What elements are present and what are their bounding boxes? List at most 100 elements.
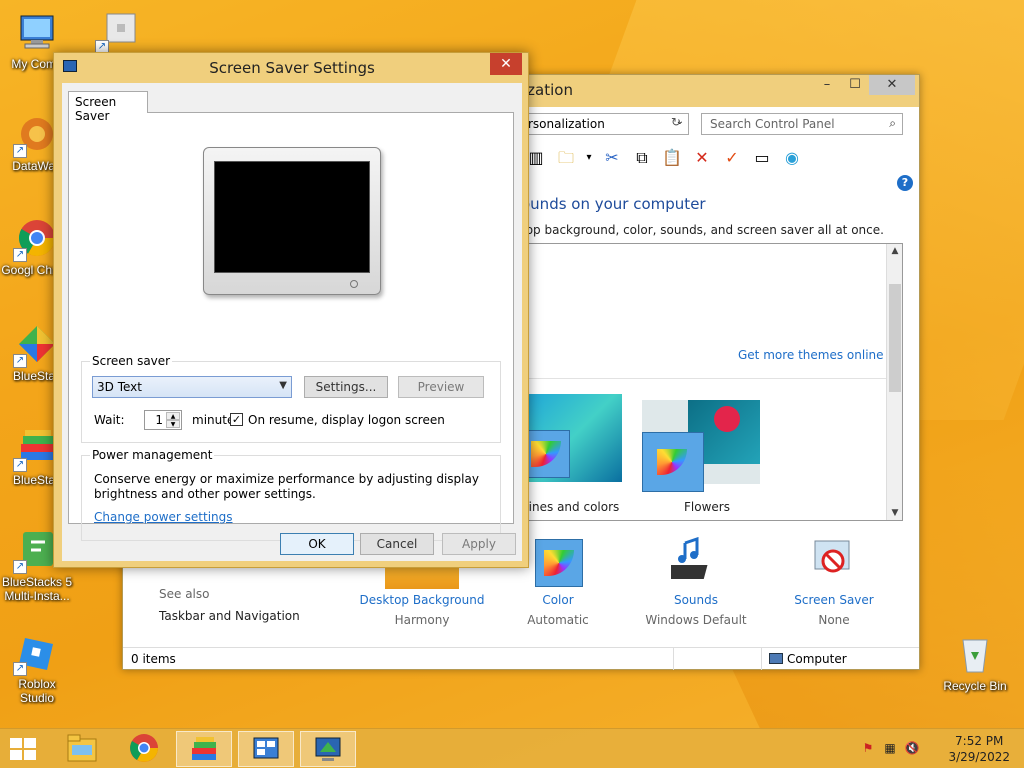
- help-icon[interactable]: ?: [897, 175, 913, 191]
- action-center-flag-icon[interactable]: ⚑: [860, 740, 876, 756]
- roblox-shortcut-icon: ↗: [95, 8, 141, 54]
- close-button[interactable]: ✕: [869, 75, 915, 95]
- desktop-icon-roblox-studio[interactable]: ↗ Roblox Studio: [0, 630, 74, 705]
- desktop-icon-label: Recycle Bin: [943, 679, 1007, 693]
- taskbar: ⚑ ▦ 🔇 7:52 PM 3/29/2022: [0, 728, 1024, 768]
- ok-button[interactable]: OK: [280, 533, 354, 555]
- group-title: Screen saver: [90, 354, 173, 368]
- item-label[interactable]: Screen Saver: [759, 593, 909, 607]
- dialog-body: Screen Saver Screen saver 3D Text ▼ Sett…: [62, 83, 522, 561]
- stepper-down-icon[interactable]: ▼: [166, 420, 180, 428]
- address-text: rsonalization: [528, 117, 605, 131]
- theme-label[interactable]: Lines and colors: [522, 500, 619, 514]
- screen-saver-taskbar-icon[interactable]: [300, 731, 356, 767]
- screen-saver-item[interactable]: Screen Saver None: [759, 540, 909, 627]
- paste-icon[interactable]: 📋: [660, 146, 684, 170]
- monitor-preview: [203, 147, 381, 295]
- properties-icon[interactable]: 🗀: [554, 146, 578, 170]
- color-swatch-icon: [522, 430, 570, 478]
- desktop-background-thumbnail[interactable]: [385, 567, 459, 589]
- item-value: Harmony: [394, 613, 450, 627]
- window-title: ization: [523, 81, 573, 99]
- globe-icon[interactable]: ◉: [780, 146, 804, 170]
- taskbar-navigation-link[interactable]: Taskbar and Navigation: [159, 609, 300, 623]
- start-button[interactable]: [10, 738, 36, 760]
- status-items-count: 0 items: [131, 652, 176, 666]
- tab-screen-saver[interactable]: Screen Saver: [68, 91, 148, 123]
- desktop-icon-recycle-bin[interactable]: Recycle Bin: [938, 632, 1012, 693]
- themes-list[interactable]: Get more themes online Lines and colors …: [521, 243, 903, 521]
- sounds-item[interactable]: Sounds Windows Default: [621, 536, 771, 627]
- scroll-thumb[interactable]: [889, 284, 901, 392]
- cancel-button[interactable]: Cancel: [360, 533, 434, 555]
- item-label[interactable]: Color: [483, 593, 633, 607]
- get-more-themes-link[interactable]: Get more themes online: [738, 348, 884, 362]
- color-item[interactable]: Color Automatic: [483, 539, 633, 627]
- checkmark-icon[interactable]: ✓: [720, 146, 744, 170]
- item-value: Windows Default: [645, 613, 747, 627]
- item-value: Automatic: [527, 613, 589, 627]
- item-value: None: [818, 613, 850, 627]
- control-panel-taskbar-icon[interactable]: [238, 731, 294, 767]
- desktop-icon-roblox[interactable]: ↗: [82, 8, 156, 55]
- file-explorer-icon[interactable]: [54, 731, 110, 767]
- wait-label: Wait:: [94, 413, 125, 427]
- scrollbar[interactable]: ▲ ▼: [886, 244, 902, 520]
- divider: [522, 378, 886, 379]
- desktop-icon-label: BlueStacks 5 Multi-Insta...: [1, 575, 73, 603]
- screen-saver-select[interactable]: 3D Text ▼: [92, 376, 292, 398]
- desktop-icon-label: Roblox Studio: [18, 677, 56, 705]
- wait-value[interactable]: 1: [155, 413, 163, 427]
- maximize-button[interactable]: ☐: [841, 75, 869, 95]
- scroll-down-icon[interactable]: ▼: [887, 508, 902, 518]
- network-icon[interactable]: ▦: [882, 740, 898, 756]
- stepper-up-icon[interactable]: ▲: [166, 412, 180, 420]
- apply-button[interactable]: Apply: [442, 533, 516, 555]
- screen-saver-group: Screen saver 3D Text ▼ Settings... Previ…: [81, 354, 501, 443]
- resume-label[interactable]: On resume, display logon screen: [248, 413, 445, 427]
- clock-time: 7:52 PM: [955, 734, 1004, 748]
- item-label[interactable]: Desktop Background: [347, 593, 497, 607]
- color-swatch-icon: [642, 432, 704, 492]
- wait-stepper[interactable]: 1 ▲ ▼: [144, 410, 182, 430]
- recycle-bin-icon: [953, 632, 997, 676]
- resume-checkbox[interactable]: ✓: [230, 413, 243, 426]
- status-location: Computer: [769, 652, 847, 666]
- copy-icon[interactable]: ⧉: [630, 146, 654, 170]
- cut-icon[interactable]: ✂: [600, 146, 624, 170]
- toolbar: ▥ 🗀 ▾ ✂ ⧉ 📋 ✕ ✓ ▭ ◉: [521, 143, 917, 173]
- screen-saver-icon[interactable]: [811, 537, 857, 583]
- search-icon[interactable]: ⌕: [889, 116, 896, 131]
- clock[interactable]: 7:52 PM 3/29/2022: [948, 733, 1010, 765]
- refresh-icon[interactable]: ↻: [665, 115, 687, 133]
- minimize-button[interactable]: –: [813, 75, 841, 95]
- volume-muted-icon[interactable]: 🔇: [904, 740, 920, 756]
- scroll-up-icon[interactable]: ▲: [887, 246, 902, 256]
- system-tray: ⚑ ▦ 🔇: [860, 740, 920, 756]
- chrome-icon[interactable]: [116, 731, 172, 767]
- search-placeholder: Search Control Panel: [710, 117, 835, 131]
- settings-button[interactable]: Settings...: [304, 376, 388, 398]
- chevron-down-icon: ▼: [279, 380, 287, 391]
- rename-icon[interactable]: ▭: [750, 146, 774, 170]
- chevron-down-icon[interactable]: ▾: [584, 146, 594, 170]
- item-label[interactable]: Sounds: [621, 593, 771, 607]
- desktop-background-item[interactable]: Desktop Background Harmony: [347, 593, 497, 627]
- change-power-settings-link[interactable]: Change power settings: [94, 510, 233, 524]
- screen-saver-dialog[interactable]: Screen Saver Settings ✕ Screen Saver Scr…: [53, 52, 529, 568]
- computer-icon: [769, 653, 783, 664]
- search-input[interactable]: Search Control Panel ⌕: [701, 113, 903, 135]
- delete-icon[interactable]: ✕: [690, 146, 714, 170]
- color-palette-icon[interactable]: [535, 539, 583, 587]
- close-button[interactable]: ✕: [490, 53, 522, 75]
- page-subheading: top background, color, sounds, and scree…: [521, 223, 884, 237]
- address-bar[interactable]: rsonalization ⌄: [521, 113, 689, 135]
- theme-label[interactable]: Flowers: [684, 500, 730, 514]
- clock-date: 3/29/2022: [948, 750, 1010, 764]
- group-title: Power management: [90, 448, 215, 462]
- dialog-title: Screen Saver Settings: [209, 59, 375, 77]
- bluestacks-taskbar-icon[interactable]: [176, 731, 232, 767]
- status-computer-label: Computer: [787, 652, 847, 666]
- preview-button[interactable]: Preview: [398, 376, 484, 398]
- sounds-icon[interactable]: [663, 536, 721, 585]
